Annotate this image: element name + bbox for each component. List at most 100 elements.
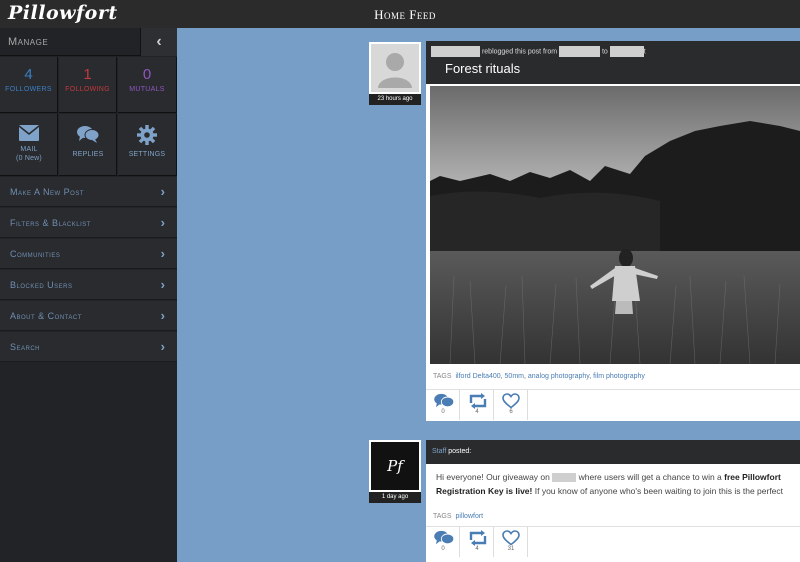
followers-count: 4 [24, 66, 33, 83]
post-actions: 0 4 31 [426, 526, 800, 557]
reblog-count: 4 [475, 546, 479, 552]
reblog-icon [469, 530, 487, 546]
post-body: Hi everyone! Our giveaway on where users… [436, 470, 800, 500]
reblog-text: reblogged this post from [481, 48, 558, 56]
chevron-right-icon: › [160, 277, 165, 292]
tag-link[interactable]: film photography [593, 373, 645, 380]
menu-item-communities[interactable]: Communities › [0, 239, 177, 269]
manage-header: Manage ‹ [0, 28, 177, 56]
chevron-right-icon: › [160, 308, 165, 323]
menu-item-search[interactable]: Search › [0, 332, 177, 362]
posted-label: posted: [448, 448, 472, 455]
following-stat[interactable]: 1 FOLLOWING [59, 57, 117, 113]
sidebar: Manage ‹ 4 FOLLOWERS 1 FOLLOWING 0 MUTUA… [0, 28, 177, 562]
post-tags: TAGS pillowfort [433, 513, 483, 520]
post-card: Staff posted: Hi everyone! Our giveaway … [426, 440, 800, 562]
post-timestamp: 23 hours ago [369, 94, 421, 105]
following-count: 1 [83, 66, 92, 83]
menu-item-blocked-users[interactable]: Blocked Users › [0, 270, 177, 300]
settings-button[interactable]: SETTINGS [118, 114, 177, 176]
gear-icon [137, 125, 157, 145]
menu-item-new-post[interactable]: Make A New Post › [0, 177, 177, 207]
reblog-button[interactable]: 4 [460, 527, 494, 557]
comment-count: 0 [441, 409, 445, 415]
chevron-right-icon: › [160, 215, 165, 230]
stats-row: 4 FOLLOWERS 1 FOLLOWING 0 MUTUALS [0, 57, 177, 113]
manage-label: Manage [8, 36, 49, 48]
envelope-icon [19, 125, 39, 141]
mutuals-stat[interactable]: 0 MUTUALS [118, 57, 177, 113]
menu-item-filters[interactable]: Filters & Blacklist › [0, 208, 177, 238]
chevron-left-icon: ‹ [156, 33, 162, 50]
replies-label: REPLIES [72, 151, 104, 158]
tag-link[interactable]: ilford Delta400 [456, 373, 501, 380]
like-button[interactable]: 31 [494, 527, 528, 557]
post-photo[interactable] [430, 86, 800, 364]
redacted-source-user[interactable] [559, 46, 601, 57]
post-image [430, 86, 800, 364]
heart-icon [502, 530, 520, 546]
mail-label: MAIL [20, 146, 38, 153]
tags-label: TAGS [433, 373, 452, 380]
author-link[interactable]: Staff [432, 448, 446, 455]
menu-item-label: Communities [10, 249, 61, 259]
followers-stat[interactable]: 4 FOLLOWERS [0, 57, 58, 113]
reblog-count: 4 [475, 409, 479, 415]
reblog-to-text: to [601, 48, 608, 56]
redacted-community[interactable] [609, 46, 644, 57]
chat-bubbles-icon [77, 126, 99, 143]
pillowfort-staff-logo: Pf [371, 442, 419, 490]
top-navbar: Pillowfort Home Feed [0, 0, 800, 28]
sidebar-menu: Make A New Post › Filters & Blacklist › … [0, 177, 177, 363]
reblog-line: reblogged this post from to t [431, 46, 646, 57]
following-label: FOLLOWING [65, 86, 110, 93]
menu-item-label: Search [10, 342, 41, 352]
default-avatar-icon [378, 53, 412, 88]
post-header: Staff posted: [426, 440, 800, 464]
tag-link[interactable]: pillowfort [456, 513, 484, 520]
staff-avatar[interactable]: Pf [369, 440, 421, 492]
mutuals-label: MUTUALS [129, 86, 165, 93]
user-avatar[interactable] [369, 42, 421, 94]
like-count: 31 [507, 546, 515, 552]
chevron-right-icon: › [160, 246, 165, 261]
post-actions: 0 4 6 [426, 389, 800, 420]
post-title: Forest rituals [445, 61, 521, 76]
redacted-username[interactable] [431, 46, 480, 57]
post-card: reblogged this post from to t Forest rit… [426, 41, 800, 421]
comments-button[interactable]: 0 [426, 527, 460, 557]
settings-label: SETTINGS [128, 151, 166, 158]
heart-icon [502, 393, 520, 409]
comment-count: 0 [441, 546, 445, 552]
followers-label: FOLLOWERS [5, 86, 52, 93]
replies-button[interactable]: REPLIES [59, 114, 117, 176]
chevron-right-icon: › [160, 184, 165, 199]
like-button[interactable]: 6 [494, 390, 528, 420]
reblog-icon [469, 393, 487, 409]
redacted-link[interactable] [552, 473, 577, 483]
tag-link[interactable]: analog photography [528, 373, 589, 380]
tools-row: MAIL (0 New) REPLIES SETTINGS [0, 114, 177, 176]
menu-item-label: Blocked Users [10, 280, 73, 290]
menu-item-label: Make A New Post [10, 187, 85, 197]
author-line: Staff posted: [432, 448, 471, 455]
menu-item-about[interactable]: About & Contact › [0, 301, 177, 331]
page-title: Home Feed [374, 7, 436, 22]
chevron-right-icon: › [160, 339, 165, 354]
post-timestamp: 1 day ago [369, 492, 421, 503]
mutuals-count: 0 [142, 66, 152, 83]
post-header: reblogged this post from to t Forest rit… [426, 41, 800, 84]
mail-button[interactable]: MAIL (0 New) [0, 114, 58, 176]
collapse-sidebar-button[interactable]: ‹ [140, 28, 177, 56]
like-count: 6 [509, 409, 513, 415]
mail-new-count: (0 New) [16, 155, 42, 162]
comments-button[interactable]: 0 [426, 390, 460, 420]
reblog-button[interactable]: 4 [460, 390, 494, 420]
post-tags: TAGS ilford Delta400, 50mm, analog photo… [433, 373, 645, 380]
body-text: Hi everyone! Our giveaway on [436, 472, 550, 482]
tags-label: TAGS [433, 513, 452, 520]
comment-icon [434, 530, 454, 545]
body-text: where users will get a chance to win a [578, 472, 722, 482]
comment-icon [434, 393, 454, 408]
tag-link[interactable]: 50mm [505, 373, 524, 380]
